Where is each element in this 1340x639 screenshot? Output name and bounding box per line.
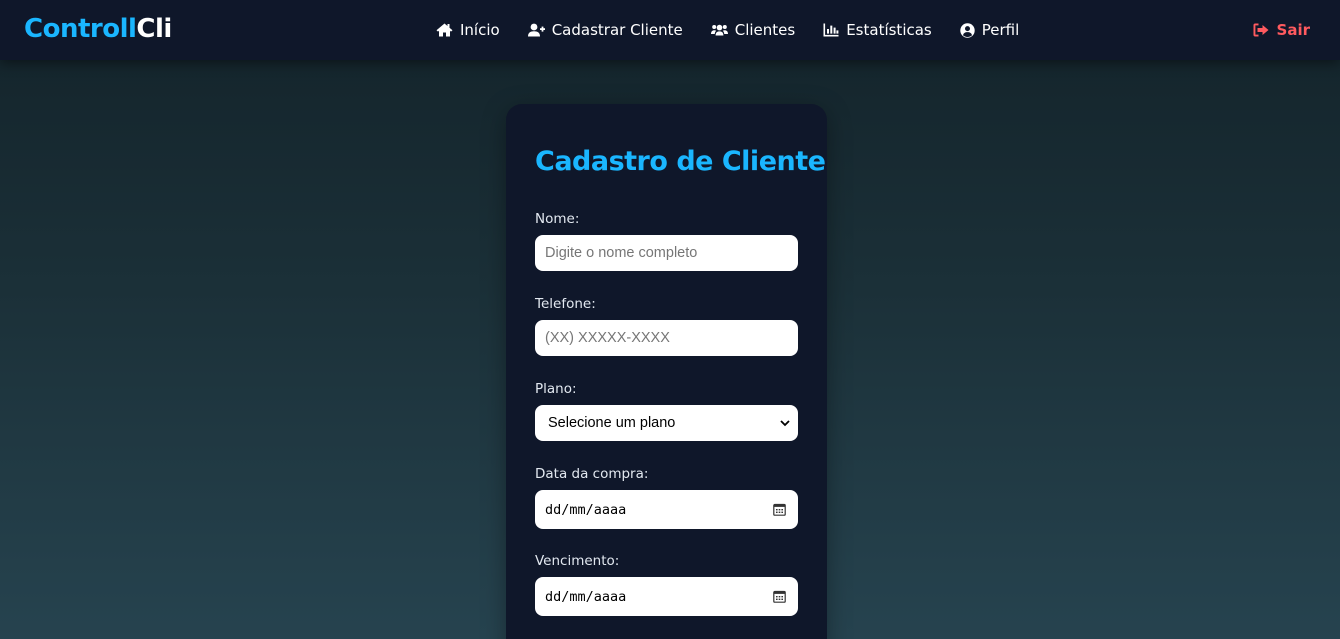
nav-link-perfil-label: Perfil bbox=[981, 21, 1020, 39]
name-field-wrapper bbox=[535, 235, 798, 271]
brand-logo[interactable]: ControllCli bbox=[24, 13, 172, 45]
brand-logo-part1: Controll bbox=[24, 14, 137, 44]
name-input[interactable] bbox=[545, 245, 788, 261]
phone-label: Telefone: bbox=[535, 296, 596, 312]
logout-label: Sair bbox=[1276, 21, 1310, 39]
nav-link-clientes[interactable]: Clientes bbox=[710, 20, 796, 40]
chevron-down-icon bbox=[780, 419, 790, 426]
plan-select-value: Selecione um plano bbox=[548, 415, 676, 431]
calendar-icon[interactable] bbox=[773, 590, 786, 603]
phone-field-wrapper bbox=[535, 320, 798, 356]
plan-select[interactable]: Selecione um plano bbox=[535, 405, 798, 441]
nav-link-estatisticas-label: Estatísticas bbox=[846, 21, 932, 39]
form-title: Cadastro de Cliente bbox=[535, 146, 826, 177]
navbar: ControllCli Início Cadastrar Cliente Cli… bbox=[0, 0, 1340, 60]
user-plus-icon bbox=[527, 23, 545, 37]
due-date-input[interactable]: dd/mm/aaaa bbox=[535, 577, 798, 616]
home-icon bbox=[436, 23, 453, 37]
nav-link-estatisticas[interactable]: Estatísticas bbox=[823, 20, 932, 40]
brand-logo-part2: Cli bbox=[136, 14, 172, 44]
purchase-date-input[interactable]: dd/mm/aaaa bbox=[535, 490, 798, 529]
nav-link-cadastrar-cliente-label: Cadastrar Cliente bbox=[551, 21, 683, 39]
phone-input[interactable] bbox=[545, 330, 788, 346]
nav-link-clientes-label: Clientes bbox=[734, 21, 796, 39]
purchase-date-label: Data da compra: bbox=[535, 466, 649, 482]
chart-bar-icon bbox=[823, 23, 839, 37]
nav-link-inicio-label: Início bbox=[460, 21, 500, 39]
name-label: Nome: bbox=[535, 211, 580, 227]
users-icon bbox=[710, 24, 728, 36]
due-date-label: Vencimento: bbox=[535, 553, 620, 569]
client-form-card: Cadastro de Cliente Nome: Telefone: Plan… bbox=[506, 104, 827, 639]
calendar-icon[interactable] bbox=[773, 503, 786, 516]
purchase-date-value: dd/mm/aaaa bbox=[545, 501, 627, 518]
logout-button[interactable]: Sair bbox=[1253, 18, 1310, 42]
nav-link-perfil[interactable]: Perfil bbox=[960, 20, 1020, 40]
nav-link-inicio[interactable]: Início bbox=[436, 20, 500, 40]
user-circle-icon bbox=[960, 22, 975, 38]
due-date-value: dd/mm/aaaa bbox=[545, 588, 627, 605]
nav-link-cadastrar-cliente[interactable]: Cadastrar Cliente bbox=[527, 20, 683, 40]
sign-out-icon bbox=[1253, 23, 1269, 37]
nav-links: Início Cadastrar Cliente Clientes Estatí… bbox=[436, 18, 1019, 42]
plan-label: Plano: bbox=[535, 381, 577, 397]
